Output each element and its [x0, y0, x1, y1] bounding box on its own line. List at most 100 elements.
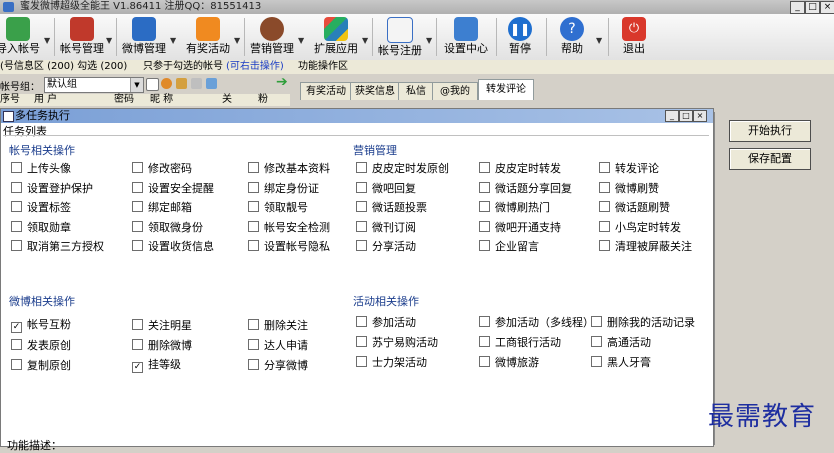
checkbox[interactable] — [479, 162, 490, 173]
task-option-activity[interactable]: 参加活动 — [356, 316, 416, 329]
task-option-account[interactable]: 设置帐号隐私 — [248, 240, 330, 253]
task-option-weibo[interactable]: ✓ 挂等级 — [132, 359, 181, 373]
pause-button[interactable]: ❚❚ 暂停 — [500, 16, 540, 58]
checkbox[interactable] — [132, 162, 143, 173]
checkbox[interactable] — [356, 336, 367, 347]
minimize-button[interactable]: _ — [790, 1, 805, 14]
task-option-account[interactable]: 修改密码 — [132, 162, 192, 175]
checkbox[interactable] — [591, 356, 602, 367]
task-option-account[interactable]: 设置收货信息 — [132, 240, 214, 253]
delete-icon[interactable] — [161, 78, 172, 89]
checkbox[interactable] — [11, 359, 22, 370]
task-option-weibo[interactable]: 关注明星 — [132, 319, 192, 332]
checkbox[interactable] — [132, 240, 143, 251]
checkbox[interactable] — [248, 339, 259, 350]
task-option-activity[interactable]: 参加活动（多线程） — [479, 316, 594, 329]
task-option-weibo[interactable]: 分享微博 — [248, 359, 308, 372]
checkbox[interactable] — [356, 356, 367, 367]
task-option-weibo[interactable]: 删除关注 — [248, 319, 308, 332]
task-option-account[interactable]: 设置登护保护 — [11, 181, 93, 194]
close-button[interactable]: × — [820, 1, 834, 14]
right-click-hint-link[interactable]: (可右击操作) — [226, 60, 284, 74]
chevron-down-icon[interactable]: ▼ — [170, 36, 176, 45]
task-option-activity[interactable]: 删除我的活动记录 — [591, 316, 695, 329]
task-option-account[interactable]: 取消第三方授权 — [11, 240, 104, 253]
start-execute-button[interactable]: 开始执行 — [729, 120, 811, 142]
checkbox[interactable] — [599, 181, 610, 193]
task-option-activity[interactable]: 黑人牙膏 — [591, 356, 651, 369]
import-account-button[interactable]: 导入帐号 — [0, 16, 42, 58]
weibo-manage-button[interactable]: 微博管理 — [120, 16, 168, 58]
checkbox[interactable] — [248, 240, 259, 251]
checkbox[interactable] — [479, 240, 490, 251]
search-icon[interactable] — [191, 78, 202, 89]
task-option-marketing[interactable]: 微吧开通支持 — [479, 220, 561, 233]
chevron-down-icon[interactable]: ▼ — [234, 36, 240, 45]
checkbox[interactable]: ✓ — [132, 362, 143, 373]
settings-button[interactable]: 设置中心 — [440, 16, 492, 58]
task-option-account[interactable]: 设置安全提醒 — [132, 181, 214, 194]
checkbox[interactable] — [11, 201, 22, 212]
task-option-weibo[interactable]: ✓ 帐号互粉 — [11, 319, 71, 333]
task-option-account[interactable]: 绑定身份证 — [248, 181, 319, 194]
column-header[interactable]: 昵 称 — [150, 94, 173, 106]
checkbox[interactable] — [356, 201, 367, 212]
task-option-marketing[interactable]: 清理被屏蔽关注 — [599, 240, 692, 253]
checkbox[interactable] — [248, 319, 259, 330]
task-option-account[interactable]: 领取靓号 — [248, 201, 308, 214]
task-option-account[interactable]: 上传头像 — [11, 162, 71, 175]
tab-private-message[interactable]: 私信 — [398, 82, 434, 100]
chevron-down-icon[interactable]: ▼ — [298, 36, 304, 45]
task-option-marketing[interactable]: 微刊订阅 — [356, 220, 416, 233]
checkbox[interactable] — [591, 336, 602, 347]
checkbox[interactable] — [248, 181, 259, 193]
prize-activity-button[interactable]: 有奖活动 — [184, 16, 232, 58]
checkbox[interactable] — [356, 240, 367, 251]
task-option-marketing[interactable]: 微话题刷赞 — [599, 201, 670, 214]
checkbox[interactable] — [479, 316, 490, 327]
checkbox[interactable]: ✓ — [11, 322, 22, 333]
checkbox[interactable] — [248, 220, 259, 232]
checkbox[interactable] — [11, 220, 22, 232]
checkbox[interactable] — [132, 220, 143, 232]
checkbox[interactable] — [591, 316, 602, 327]
task-option-marketing[interactable]: 企业留言 — [479, 240, 539, 253]
checkbox[interactable] — [599, 220, 610, 232]
chevron-down-icon[interactable]: ▼ — [426, 36, 432, 45]
checkbox[interactable] — [599, 240, 610, 251]
task-option-weibo[interactable]: 删除微博 — [132, 339, 192, 352]
task-option-account[interactable]: 设置标签 — [11, 201, 71, 214]
task-option-account[interactable]: 帐号安全检测 — [248, 220, 330, 233]
column-header[interactable]: 用 户 — [34, 94, 57, 106]
task-option-account[interactable]: 领取微身份 — [132, 220, 203, 233]
checkbox[interactable] — [11, 339, 22, 350]
new-file-icon[interactable] — [146, 78, 159, 91]
checkbox[interactable] — [599, 162, 610, 173]
extension-app-button[interactable]: 扩展应用 — [312, 16, 360, 58]
task-option-marketing[interactable]: 小鸟定时转发 — [599, 220, 681, 233]
task-option-marketing[interactable]: 微博刷赞 — [599, 181, 659, 194]
checkbox[interactable] — [248, 162, 259, 173]
save-config-button[interactable]: 保存配置 — [729, 148, 811, 170]
column-header[interactable]: 序号 — [0, 94, 20, 106]
checkbox[interactable] — [132, 319, 143, 330]
checkbox[interactable] — [356, 162, 367, 173]
task-option-activity[interactable]: 微博旅游 — [479, 356, 539, 369]
tab-repost-comment[interactable]: 转发评论 — [478, 79, 534, 100]
chevron-down-icon[interactable]: ▼ — [106, 36, 112, 45]
account-register-button[interactable]: 帐号注册 — [376, 16, 424, 58]
checkbox[interactable] — [11, 240, 22, 251]
checkbox[interactable] — [132, 339, 143, 350]
checkbox[interactable] — [479, 220, 490, 232]
task-option-marketing[interactable]: 微吧回复 — [356, 181, 416, 194]
checkbox[interactable] — [479, 181, 490, 193]
tab-prize-activity[interactable]: 有奖活动 — [300, 82, 352, 100]
tab-mentions[interactable]: @我的 — [432, 82, 478, 100]
chevron-down-icon[interactable]: ▼ — [130, 78, 143, 92]
checkbox[interactable] — [11, 162, 22, 173]
task-option-weibo[interactable]: 复制原创 — [11, 359, 71, 372]
arrow-right-icon[interactable]: ➔ — [276, 74, 288, 90]
task-option-marketing[interactable]: 皮皮定时发原创 — [356, 162, 449, 175]
chevron-down-icon[interactable]: ▼ — [362, 36, 368, 45]
task-option-marketing[interactable]: 分享活动 — [356, 240, 416, 253]
